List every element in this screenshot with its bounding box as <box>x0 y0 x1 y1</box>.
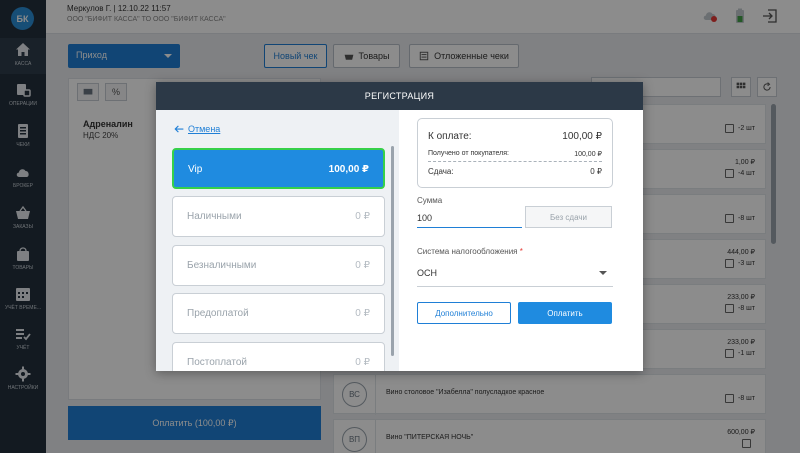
change-label: Сдача: <box>428 167 454 176</box>
payment-method-amount: 0 ₽ <box>355 211 370 222</box>
payment-method-cash[interactable]: Наличными 0 ₽ <box>172 196 385 237</box>
payment-details-panel: К оплате: 100,00 ₽ Получено от покупател… <box>399 110 643 371</box>
pay-label: Оплатить <box>547 308 583 318</box>
additional-label: Дополнительно <box>435 308 493 318</box>
payment-method-name: Постоплатой <box>187 357 247 368</box>
chevron-down-icon <box>599 271 607 275</box>
payment-method-name: Vip <box>188 164 203 175</box>
arrow-left-icon <box>174 125 184 133</box>
registration-modal: РЕГИСТРАЦИЯ Отмена Vip 100,00 ₽ Наличным… <box>156 82 643 371</box>
payment-method-amount: 0 ₽ <box>355 357 370 368</box>
no-change-button[interactable]: Без сдачи <box>525 206 612 228</box>
payment-method-name: Наличными <box>187 211 242 222</box>
no-change-label: Без сдачи <box>550 212 587 222</box>
payment-method-postpaid[interactable]: Постоплатой 0 ₽ <box>172 342 385 371</box>
received-label: Получено от покупателя: <box>428 150 509 157</box>
tax-system-value: ОСН <box>417 268 437 278</box>
change-value: 0 ₽ <box>590 167 602 176</box>
cancel-link[interactable]: Отмена <box>174 124 220 134</box>
required-marker: * <box>519 247 523 256</box>
to-pay-value: 100,00 ₽ <box>562 131 602 142</box>
sum-label: Сумма <box>417 196 443 205</box>
payment-method-amount: 100,00 ₽ <box>328 164 369 175</box>
tax-system-label: Система налогообложения * <box>417 247 523 256</box>
payment-methods-panel: Отмена Vip 100,00 ₽ Наличными 0 ₽ Безнал… <box>156 110 399 371</box>
pay-button[interactable]: Оплатить <box>518 302 612 324</box>
sum-input[interactable]: 100 <box>417 208 522 228</box>
payment-methods-scrollbar[interactable] <box>391 146 394 356</box>
received-value: 100,00 ₽ <box>574 151 602 158</box>
payment-method-amount: 0 ₽ <box>355 308 370 319</box>
to-pay-label: К оплате: <box>428 131 472 142</box>
tax-system-label-text: Система налогообложения <box>417 247 518 256</box>
modal-title: РЕГИСТРАЦИЯ <box>156 82 643 110</box>
payment-summary: К оплате: 100,00 ₽ Получено от покупател… <box>417 118 613 188</box>
payment-method-prepaid[interactable]: Предоплатой 0 ₽ <box>172 293 385 334</box>
payment-method-vip[interactable]: Vip 100,00 ₽ <box>172 148 385 189</box>
additional-button[interactable]: Дополнительно <box>417 302 511 324</box>
payment-method-name: Безналичными <box>187 260 257 271</box>
payment-method-name: Предоплатой <box>187 308 249 319</box>
payment-method-amount: 0 ₽ <box>355 260 370 271</box>
cancel-link-label: Отмена <box>188 124 221 134</box>
payment-method-cashless[interactable]: Безналичными 0 ₽ <box>172 245 385 286</box>
